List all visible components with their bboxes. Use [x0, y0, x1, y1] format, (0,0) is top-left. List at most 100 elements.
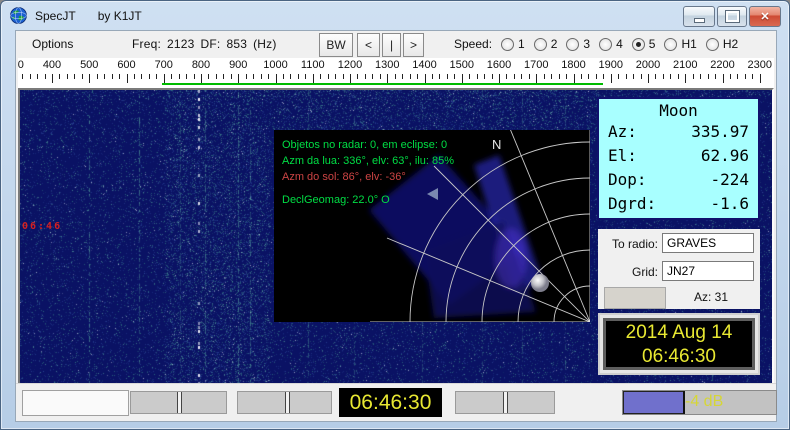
gain-slider-3-thumb[interactable]: [503, 392, 508, 413]
close-icon: ✕: [760, 11, 770, 23]
speed-radio-H2[interactable]: H2: [705, 37, 739, 51]
grid-input[interactable]: [662, 261, 754, 281]
ruler-tick: [394, 74, 396, 79]
radar-status-line: Azm da lua: 336°, elv: 63°, ilu: 85%: [282, 155, 455, 167]
radar-status-line: DeclGeomag: 22.0° O: [282, 194, 390, 206]
ruler-tick: [484, 74, 486, 79]
ruler-tick: [536, 74, 538, 83]
speed-radio-H1[interactable]: H1: [664, 37, 697, 51]
moon-info-panel: Moon Az: 335.97 El: 62.96 Dop: -224 Dgrd: -1.6: [597, 97, 760, 220]
ruler-tick: [215, 74, 217, 79]
ruler-label: 600: [117, 59, 136, 71]
title-bar[interactable]: SpecJT by K1JT ✕: [1, 1, 789, 30]
signal-level-fill: [623, 391, 684, 414]
speed-radio-5[interactable]: 5: [631, 37, 656, 51]
ruler-label: 400: [42, 59, 62, 71]
close-button[interactable]: ✕: [749, 6, 781, 27]
gain-slider-1-thumb[interactable]: [177, 392, 182, 413]
ruler-label: 1200: [337, 59, 363, 71]
ruler-tick: [551, 74, 553, 79]
moon-panel-rows: Az: 335.97 El: 62.96 Dop: -224 Dgrd: -1.6: [599, 120, 758, 216]
signal-level-meter: -4 dB: [622, 390, 777, 415]
ruler-label: 2300: [747, 59, 772, 71]
ruler-label: 500: [80, 59, 99, 71]
ruler-tick: [104, 74, 106, 79]
utc-time-display: 06:46:30: [339, 388, 442, 417]
specjt-window: SpecJT by K1JT ✕ Options Freq: 2123 DF: 853 (…: [0, 0, 790, 430]
gain-slider-1[interactable]: [130, 391, 227, 414]
ruler-tick: [566, 74, 568, 79]
ruler-tick: [297, 74, 299, 79]
ruler-tick: [439, 74, 441, 79]
gain-slider-2-thumb[interactable]: [285, 392, 290, 413]
ruler-tick: [29, 74, 31, 79]
speed-radio-3[interactable]: 3: [566, 37, 590, 51]
speed-radio-1[interactable]: 1: [501, 37, 525, 51]
clock-lcd: 2014 Aug 14 06:46:30: [603, 318, 755, 370]
moon-panel-title: Moon: [659, 101, 698, 120]
ruler-label: 1600: [486, 59, 512, 71]
speed-radio-label: 1: [518, 37, 525, 51]
ruler-tick: [230, 74, 232, 79]
ruler-tick: [573, 74, 575, 83]
ruler-label: 900: [229, 59, 248, 71]
radio-icon[interactable]: [501, 37, 515, 51]
speed-radio-label: H2: [722, 37, 739, 51]
minimize-button[interactable]: [683, 6, 715, 27]
radio-icon[interactable]: [664, 37, 678, 51]
ruler-label: 1800: [561, 59, 586, 71]
ruler-tick: [350, 74, 351, 83]
ruler-tick: [387, 74, 389, 83]
ruler-tick: [543, 74, 545, 79]
to-radio-label: To radio:: [611, 237, 658, 251]
radio-icon[interactable]: [705, 37, 719, 51]
ruler-tick: [141, 74, 143, 79]
gain-slider-3[interactable]: [455, 391, 555, 414]
ruler-tick: [670, 74, 672, 79]
moon-row-value: 62.96: [700, 146, 749, 165]
ruler-tick: [625, 74, 627, 79]
gain-slider-2[interactable]: [237, 391, 332, 414]
ruler-tick: [506, 74, 508, 79]
ruler-tick: [193, 74, 195, 79]
ruler-label: 2100: [673, 59, 698, 71]
ruler-tick: [461, 74, 463, 83]
radio-icon[interactable]: [566, 37, 580, 51]
ruler-tick: [52, 74, 53, 83]
ruler-tick: [22, 74, 24, 79]
speed-radio-label: 5: [648, 37, 656, 51]
maximize-button[interactable]: [717, 6, 747, 27]
df-value: 853: [226, 37, 248, 51]
options-menu[interactable]: Options: [32, 37, 73, 51]
signal-level-text: -4 dB: [685, 393, 724, 410]
df-label: DF:: [200, 37, 221, 51]
ruler-tick: [275, 74, 277, 83]
ruler-tick: [715, 74, 717, 79]
ruler-tick: [491, 74, 493, 79]
ruler-tick: [357, 74, 359, 79]
ruler-tick: [37, 74, 39, 79]
ruler-tick: [662, 74, 664, 79]
ruler-tick: [66, 74, 68, 79]
station-blank-button[interactable]: [604, 287, 666, 309]
station-panel: To radio: Grid: Az: 31: [598, 229, 760, 309]
speed-radio-4[interactable]: 4: [599, 37, 623, 51]
ruler-tick: [685, 74, 687, 83]
ruler-tick: [707, 74, 709, 79]
bw-button[interactable]: BW: [319, 33, 353, 57]
frequency-ruler: 3004005006007008009001000110012001300140…: [18, 58, 774, 88]
center-button[interactable]: |: [382, 33, 401, 57]
moon-row: El: 62.96: [599, 144, 758, 168]
speed-radio-2[interactable]: 2: [533, 37, 557, 51]
grid-label: Grid:: [631, 265, 658, 279]
speed-radio-label: 3: [583, 37, 591, 51]
step-back-button[interactable]: <: [357, 33, 380, 57]
app-byline: by K1JT: [97, 9, 142, 23]
radio-icon[interactable]: [533, 37, 547, 51]
step-forward-button[interactable]: >: [403, 33, 424, 57]
ruler-label: 1400: [412, 59, 437, 71]
to-radio-input[interactable]: [662, 233, 754, 253]
radio-icon[interactable]: [631, 37, 645, 51]
toolbar: Options Freq: 2123 DF: 853 (Hz) BW < | > Spe…: [16, 31, 776, 58]
radio-icon[interactable]: [599, 37, 613, 51]
